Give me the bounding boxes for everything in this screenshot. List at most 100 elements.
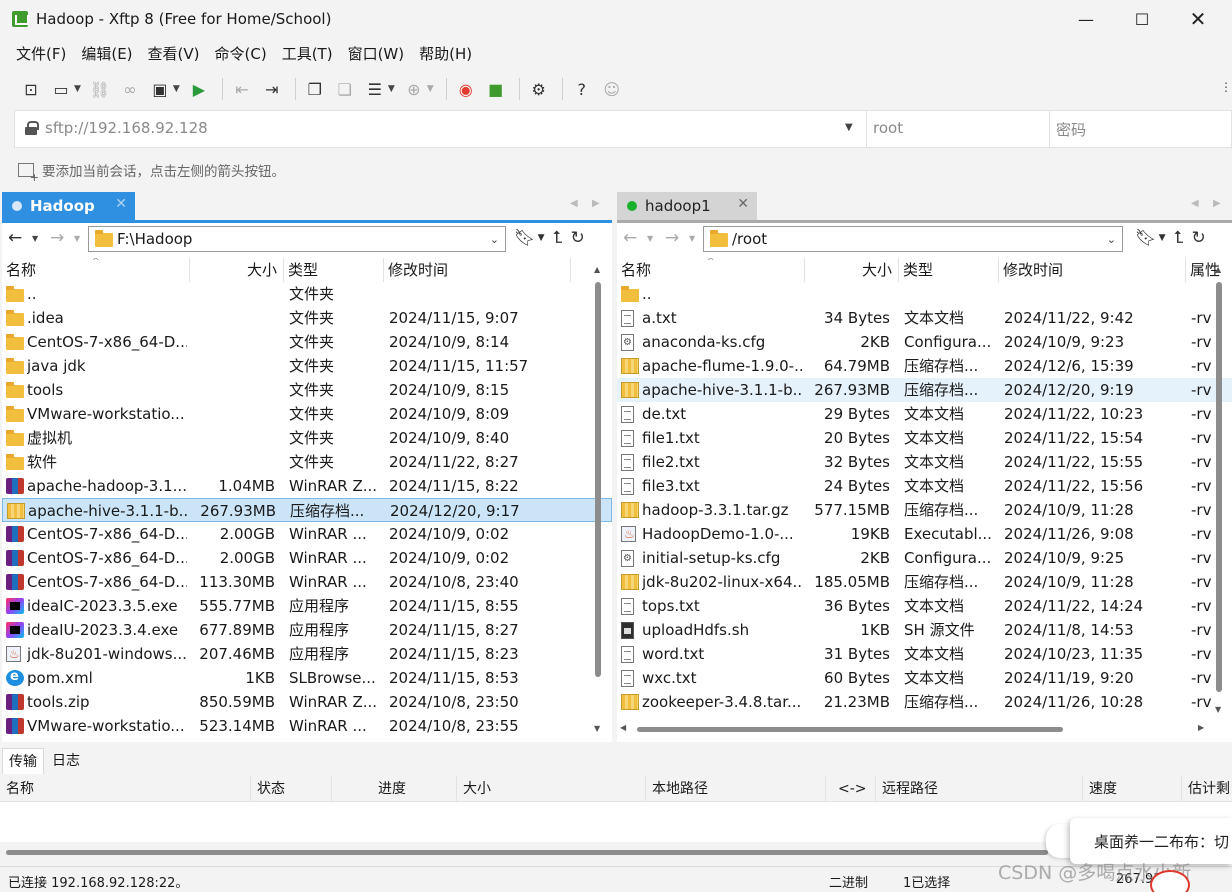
file-row[interactable]: apache-hadoop-3.1.... 1.04MB WinRAR Z... 20… xyxy=(2,474,612,498)
file-row[interactable]: CentOS-7-x86_64-D... 文件夹 2024/10/9, 8:14 xyxy=(2,330,612,354)
menu-edit[interactable]: 编辑(E) xyxy=(75,40,138,68)
reconnect-icon[interactable]: ∞ xyxy=(117,76,143,102)
file-row[interactable]: pom.xml 1KB SLBrowse... 2024/11/15, 8:53 xyxy=(2,666,612,690)
col-modified-header[interactable]: 修改时间 xyxy=(998,258,1185,282)
xftp-icon[interactable]: ■ xyxy=(483,76,509,102)
col-type-header[interactable]: 类型 xyxy=(898,258,998,282)
menu-window[interactable]: 窗口(W) xyxy=(342,40,411,68)
file-row[interactable]: tools 文件夹 2024/10/9, 8:15 xyxy=(2,378,612,402)
tab-close-icon[interactable]: ✕ xyxy=(737,196,749,212)
new-window-dropdown-icon[interactable]: ▼ xyxy=(173,84,180,94)
path-dropdown-icon[interactable]: ⌄ xyxy=(490,233,499,246)
file-row[interactable]: CentOS-7-x86_64-D... 2.00GB WinRAR ... 2024… xyxy=(2,546,612,570)
forward-history-dropdown-icon[interactable]: ▼ xyxy=(74,234,80,243)
list-view-icon[interactable]: ☰ xyxy=(362,76,388,102)
file-row[interactable]: .idea 文件夹 2024/11/15, 9:07 xyxy=(2,306,612,330)
tab-hadoop[interactable]: Hadoop ✕ xyxy=(2,192,135,220)
col-size-header[interactable]: 大小 xyxy=(189,258,283,282)
remote-horizontal-scrollbar[interactable] xyxy=(637,727,1063,732)
transfer-left-icon[interactable]: ⇤ xyxy=(229,76,255,102)
file-row[interactable]: jdk-8u202-linux-x64... 185.05MB 压缩存档... 202… xyxy=(617,570,1232,594)
file-row[interactable]: CentOS-7-x86_64-D... 2.00GB WinRAR ... 2024… xyxy=(2,522,612,546)
transfer-col-local-path[interactable]: 本地路径 xyxy=(645,776,825,802)
file-row[interactable]: file3.txt 24 Bytes 文本文档 2024/11/22, 15:56 -r… xyxy=(617,474,1232,498)
file-row[interactable]: a.txt 34 Bytes 文本文档 2024/11/22, 9:42 -rv xyxy=(617,306,1232,330)
scroll-up-icon[interactable]: ▲ xyxy=(594,265,600,274)
menu-command[interactable]: 命令(C) xyxy=(209,40,273,68)
scroll-down-icon[interactable]: ▼ xyxy=(1215,705,1221,714)
file-row[interactable]: VMware-workstatio... 523.14MB WinRAR ... 20… xyxy=(2,714,612,738)
password-input[interactable]: 密码 xyxy=(1056,119,1086,140)
menu-help[interactable]: 帮助(H) xyxy=(413,40,478,68)
tab-scroll-right-icon[interactable]: ▶ xyxy=(1213,198,1221,209)
bookmark-dropdown-icon[interactable]: ▼ xyxy=(1159,233,1166,243)
file-row[interactable]: apache-flume-1.9.0-... 64.79MB 压缩存档... 2024… xyxy=(617,354,1232,378)
back-arrow-icon[interactable]: ← xyxy=(623,228,637,248)
path-dropdown-icon[interactable]: ⌄ xyxy=(1107,233,1116,246)
tab-close-icon[interactable]: ✕ xyxy=(115,196,127,212)
back-arrow-icon[interactable]: ← xyxy=(8,228,22,248)
file-row[interactable]: file2.txt 32 Bytes 文本文档 2024/11/22, 15:55 -r… xyxy=(617,450,1232,474)
file-row[interactable]: HadoopDemo-1.0-... 19KB Executabl... 2024/1… xyxy=(617,522,1232,546)
encoding-dropdown-icon[interactable]: ▼ xyxy=(427,84,434,94)
file-row[interactable]: hadoop-3.3.1.tar.gz 577.15MB 压缩存档... 2024/1… xyxy=(617,498,1232,522)
tab-hadoop1[interactable]: hadoop1 ✕ xyxy=(617,192,757,220)
file-row[interactable]: java jdk 文件夹 2024/11/15, 11:57 xyxy=(2,354,612,378)
scroll-right-icon[interactable]: ▶ xyxy=(1198,723,1204,732)
maximize-button[interactable]: ☐ xyxy=(1119,0,1165,38)
file-row[interactable]: tops.txt 36 Bytes 文本文档 2024/11/22, 14:24 -rv xyxy=(617,594,1232,618)
open-session-dropdown-icon[interactable]: ▼ xyxy=(74,84,81,94)
file-row[interactable]: de.txt 29 Bytes 文本文档 2024/11/22, 10:23 -rv xyxy=(617,402,1232,426)
bookmark-icon[interactable]: 🔖︎ xyxy=(1135,228,1157,248)
remote-vertical-scrollbar[interactable] xyxy=(1216,282,1222,692)
forward-arrow-icon[interactable]: → xyxy=(665,228,679,248)
file-row[interactable]: .. 文件夹 xyxy=(2,282,612,306)
transfer-col-progress[interactable]: 进度 xyxy=(331,776,456,802)
file-row[interactable]: file1.txt 20 Bytes 文本文档 2024/11/22, 15:54 -r… xyxy=(617,426,1232,450)
tab-transfer[interactable]: 传输 xyxy=(2,748,44,774)
transfer-horizontal-scrollbar[interactable] xyxy=(6,850,1048,855)
local-vertical-scrollbar[interactable] xyxy=(595,282,601,677)
tab-scroll-left-icon[interactable]: ◀ xyxy=(570,198,578,209)
open-session-icon[interactable]: ▭ xyxy=(48,76,74,102)
refresh-icon[interactable]: ↻ xyxy=(571,228,585,248)
file-row[interactable]: tools.zip 850.59MB WinRAR Z... 2024/10/8, 2… xyxy=(2,690,612,714)
transfer-col-eta[interactable]: 估计剩 xyxy=(1181,776,1232,802)
tab-scroll-right-icon[interactable]: ▶ xyxy=(592,198,600,209)
file-row[interactable]: ideaIC-2023.3.5.exe 555.77MB 应用程序 2024/11/1… xyxy=(2,594,612,618)
xshell-icon[interactable]: ◉ xyxy=(453,76,479,102)
col-name-header[interactable]: 名称 ^ xyxy=(617,258,804,282)
back-history-dropdown-icon[interactable]: ▼ xyxy=(647,234,653,243)
start-terminal-icon[interactable]: ▶ xyxy=(186,76,212,102)
transfer-col-remote-path[interactable]: 远程路径 xyxy=(875,776,1082,802)
transfer-col-status[interactable]: 状态 xyxy=(250,776,331,802)
bookmark-dropdown-icon[interactable]: ▼ xyxy=(538,233,545,243)
back-history-dropdown-icon[interactable]: ▼ xyxy=(32,234,38,243)
col-name-header[interactable]: 名称 ^ xyxy=(2,258,189,282)
view-dropdown-icon[interactable]: ▼ xyxy=(388,84,395,94)
file-row[interactable]: ideaIU-2023.3.4.exe 677.89MB 应用程序 2024/11/1… xyxy=(2,618,612,642)
bookmark-icon[interactable]: 🔖︎ xyxy=(514,228,536,248)
transfer-col-direction[interactable]: <-> xyxy=(825,776,875,802)
host-input[interactable]: sftp://192.168.92.128 xyxy=(45,119,208,137)
transfer-col-speed[interactable]: 速度 xyxy=(1082,776,1181,802)
col-type-header[interactable]: 类型 xyxy=(283,258,383,282)
file-row[interactable]: 虚拟机 文件夹 2024/10/9, 8:40 xyxy=(2,426,612,450)
forward-history-dropdown-icon[interactable]: ▼ xyxy=(689,234,695,243)
transfer-mode[interactable]: 二进制 xyxy=(829,872,868,891)
disconnect-icon[interactable]: ⛓ xyxy=(87,76,113,102)
col-size-header[interactable]: 大小 xyxy=(804,258,898,282)
settings-gear-icon[interactable]: ⚙ xyxy=(526,76,552,102)
file-row[interactable]: jdk-8u201-windows... 207.46MB 应用程序 2024/11/… xyxy=(2,642,612,666)
file-row[interactable]: .. xyxy=(617,282,1232,306)
encoding-globe-icon[interactable]: ⊕ xyxy=(401,76,427,102)
menu-tools[interactable]: 工具(T) xyxy=(276,40,339,68)
menu-file[interactable]: 文件(F) xyxy=(10,40,72,68)
file-row[interactable]: word.txt 31 Bytes 文本文档 2024/10/23, 11:35 -rv xyxy=(617,642,1232,666)
file-row[interactable]: apache-hive-3.1.1-b... 267.93MB 压缩存档... 202… xyxy=(2,498,612,522)
tab-log[interactable]: 日志 xyxy=(46,748,86,774)
transfer-col-size[interactable]: 大小 xyxy=(456,776,645,802)
file-row[interactable]: uploadHdfs.sh 1KB SH 源文件 2024/11/8, 14:53 -r… xyxy=(617,618,1232,642)
file-row[interactable]: CentOS-7-x86_64-D... 113.30MB WinRAR ... 20… xyxy=(2,570,612,594)
ime-logo-icon[interactable] xyxy=(1150,870,1190,892)
